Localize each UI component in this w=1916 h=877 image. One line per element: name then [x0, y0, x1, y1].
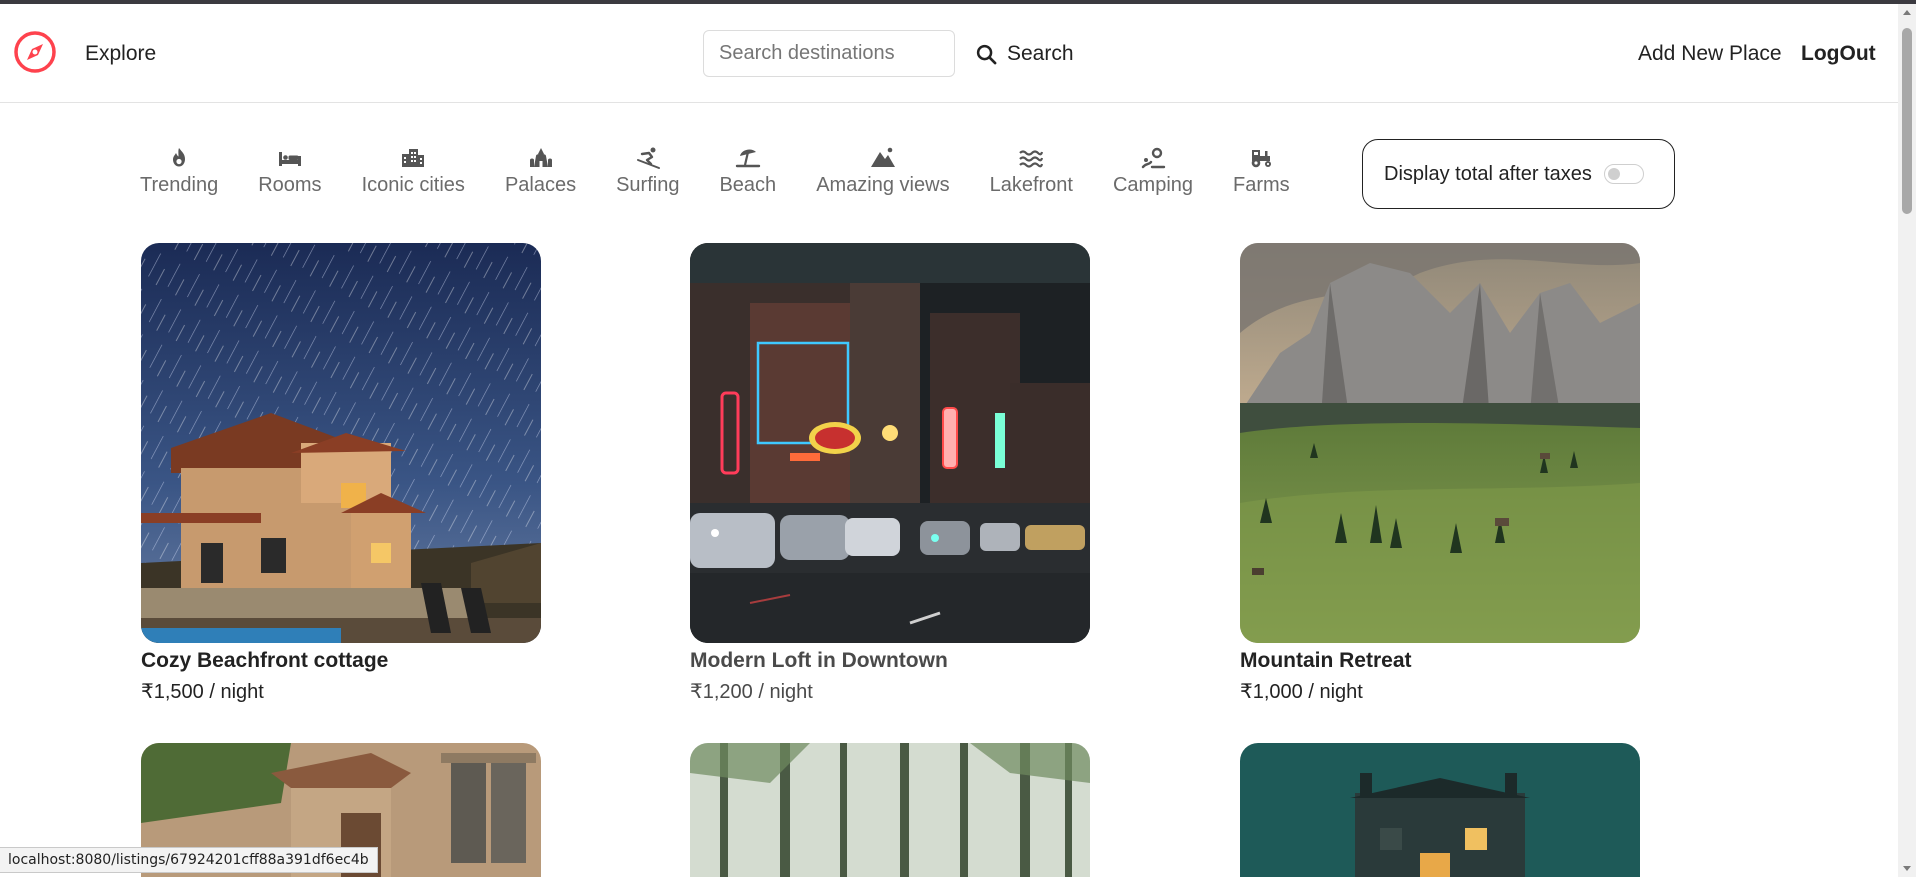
- listing-price: ₹1,500 / night: [141, 681, 264, 703]
- filter-rooms[interactable]: Rooms: [258, 146, 322, 197]
- city-icon: [402, 149, 425, 167]
- tax-toggle[interactable]: Display total after taxes: [1362, 139, 1675, 209]
- filter-farms[interactable]: Farms: [1233, 146, 1290, 197]
- search-button[interactable]: Search: [976, 34, 1074, 74]
- filter-amazing-views[interactable]: Amazing views: [816, 146, 950, 197]
- listing-card[interactable]: Modern Loft in Downtown ₹1,200 / night: [690, 243, 1090, 704]
- campground-icon: [1141, 147, 1166, 169]
- compass-icon[interactable]: [13, 30, 57, 74]
- mountain-icon: [870, 147, 895, 167]
- filter-label: Lakefront: [989, 174, 1073, 196]
- listing-price: ₹1,000 / night: [1240, 681, 1363, 703]
- tax-switch[interactable]: [1603, 164, 1644, 184]
- filter-camping[interactable]: Camping: [1113, 146, 1193, 197]
- nav-explore-link[interactable]: Explore: [85, 42, 156, 66]
- listing-title[interactable]: Cozy Beachfront cottage: [141, 649, 541, 673]
- palace-icon: [529, 148, 552, 167]
- listing-image-partial[interactable]: [1240, 743, 1640, 877]
- search-input[interactable]: [703, 30, 955, 77]
- filter-label: Palaces: [504, 174, 577, 196]
- umbrella-beach-icon: [735, 149, 761, 168]
- water-icon: [1019, 150, 1044, 168]
- filter-label: Rooms: [258, 174, 322, 196]
- filter-label: Surfing: [616, 174, 680, 196]
- navbar: Explore Search Add New Place LogOut: [0, 4, 1898, 103]
- listing-price: ₹1,200 / night: [690, 681, 813, 703]
- filter-label: Amazing views: [816, 174, 950, 196]
- filter-iconic-cities[interactable]: Iconic cities: [362, 146, 465, 197]
- listing-title[interactable]: Mountain Retreat: [1240, 649, 1640, 673]
- listing-card[interactable]: Cozy Beachfront cottage ₹1,500 / night: [141, 243, 541, 704]
- filter-label: Beach: [719, 174, 777, 196]
- filter-lakefront[interactable]: Lakefront: [990, 146, 1073, 197]
- bed-icon: [278, 152, 301, 166]
- filter-palaces[interactable]: Palaces: [505, 146, 576, 197]
- filter-trending[interactable]: Trending: [140, 146, 218, 197]
- scrollbar-thumb[interactable]: [1902, 28, 1912, 214]
- tax-toggle-label: Display total after taxes: [1384, 162, 1592, 185]
- listing-image[interactable]: [1240, 243, 1640, 643]
- listing-card[interactable]: Mountain Retreat ₹1,000 / night: [1240, 243, 1640, 704]
- fire-icon: [173, 148, 186, 167]
- filter-beach[interactable]: Beach: [719, 146, 776, 197]
- tax-switch-knob: [1607, 168, 1620, 180]
- listing-title[interactable]: Modern Loft in Downtown: [690, 649, 1090, 673]
- tractor-icon: [1252, 150, 1272, 168]
- search-button-label: Search: [1007, 42, 1074, 65]
- filter-label: Trending: [140, 174, 219, 196]
- filter-label: Iconic cities: [361, 174, 465, 196]
- listing-image[interactable]: [141, 243, 541, 643]
- listing-image[interactable]: [690, 243, 1090, 643]
- browser-status-bar: localhost:8080/listings/67924201cff88a39…: [0, 847, 378, 873]
- scroll-up-arrow-icon[interactable]: [1903, 10, 1911, 15]
- filter-surfing[interactable]: Surfing: [616, 146, 679, 197]
- page-scrollbar[interactable]: [1898, 4, 1916, 877]
- search-icon: [976, 44, 997, 64]
- listing-image-partial[interactable]: [690, 743, 1090, 877]
- skiing-icon: [636, 147, 660, 169]
- logout-link[interactable]: LogOut: [1801, 42, 1876, 66]
- scroll-down-arrow-icon[interactable]: [1903, 866, 1911, 871]
- filter-label: Farms: [1233, 174, 1290, 196]
- filter-bar: Trending Rooms Iconic cities Palaces Sur…: [140, 146, 1330, 197]
- add-new-place-link[interactable]: Add New Place: [1638, 42, 1782, 66]
- filter-label: Camping: [1112, 174, 1194, 196]
